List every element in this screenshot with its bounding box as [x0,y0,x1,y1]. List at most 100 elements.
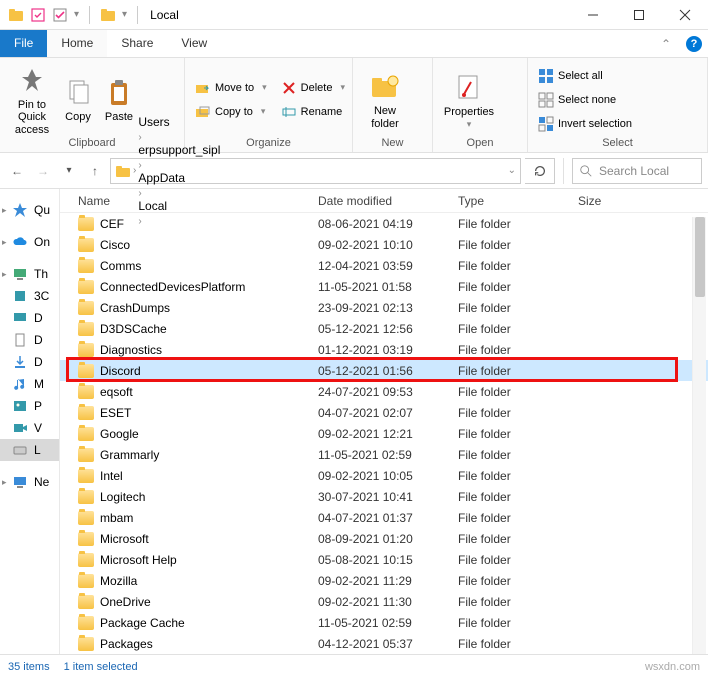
sidebar-item[interactable]: ▸On [0,231,59,253]
table-row[interactable]: Logitech30-07-2021 10:41File folder [60,486,708,507]
table-row[interactable]: Google09-02-2021 12:21File folder [60,423,708,444]
table-row[interactable]: Comms12-04-2021 03:59File folder [60,255,708,276]
chevron-right-icon[interactable]: › [138,132,141,143]
tab-home[interactable]: Home [47,30,107,57]
chevron-right-icon[interactable]: › [133,165,136,176]
minimize-button[interactable] [570,0,616,30]
breadcrumb-item[interactable]: Users [138,115,220,129]
table-row[interactable]: Diagnostics01-12-2021 03:19File folder [60,339,708,360]
file-type: File folder [458,616,578,630]
table-row[interactable]: OneDrive09-02-2021 11:30File folder [60,591,708,612]
file-list[interactable]: Name Date modified Type Size CEF08-06-20… [60,189,708,654]
table-row[interactable]: D3DSCache05-12-2021 12:56File folder [60,318,708,339]
table-row[interactable]: eqsoft24-07-2021 09:53File folder [60,381,708,402]
table-row[interactable]: Package Cache11-05-2021 02:59File folder [60,612,708,633]
dropdown-icon[interactable]: ⌄ [508,165,516,176]
file-type: File folder [458,511,578,525]
close-button[interactable] [662,0,708,30]
table-row[interactable]: Microsoft08-09-2021 01:20File folder [60,528,708,549]
sidebar-item[interactable]: D [0,307,59,329]
column-header-name[interactable]: Name [60,194,318,208]
column-header-type[interactable]: Type [458,194,578,208]
file-type: File folder [458,364,578,378]
tab-file[interactable]: File [0,30,47,57]
navigation-pane[interactable]: ▸Qu▸On▸Th3CDDDMPVL▸Ne [0,189,60,654]
copy-button[interactable]: Copy [58,75,98,123]
breadcrumb-item[interactable]: AppData [138,171,220,185]
file-date: 05-08-2021 10:15 [318,553,458,567]
tab-view[interactable]: View [167,30,221,57]
move-to-button[interactable]: Move to▾ [191,77,271,99]
table-row[interactable]: ESET 04-07-2021 02:07File folder [60,402,708,423]
column-header-date[interactable]: Date modified [318,194,458,208]
collapse-ribbon-button[interactable]: ⌃ [652,30,680,57]
paste-button[interactable]: Paste [98,75,140,123]
file-name: ESET [100,406,131,420]
maximize-button[interactable] [616,0,662,30]
file-date: 30-07-2021 10:41 [318,490,458,504]
item-count: 35 items [8,661,50,673]
up-button[interactable]: ↑ [84,160,106,182]
column-header-size[interactable]: Size [578,194,658,208]
table-row[interactable]: Microsoft Help05-08-2021 10:15File folde… [60,549,708,570]
back-button[interactable]: ← [6,160,28,182]
forward-button[interactable]: → [32,160,54,182]
recent-locations-button[interactable]: ▾ [58,160,80,182]
table-row[interactable]: Packages04-12-2021 05:37File folder [60,633,708,653]
table-row[interactable]: Intel09-02-2021 10:05File folder [60,465,708,486]
delete-icon [281,80,297,96]
sidebar-item[interactable]: V [0,417,59,439]
table-row[interactable]: ConnectedDevicesPlatform11-05-2021 01:58… [60,276,708,297]
chevron-right-icon[interactable]: › [138,160,141,171]
sidebar-item[interactable]: 3C [0,285,59,307]
tree-item-icon [12,398,28,414]
refresh-button[interactable] [525,158,555,184]
sidebar-item[interactable]: ▸Th [0,263,59,285]
folder-icon [78,259,94,273]
file-name: Intel [100,469,123,483]
tab-share[interactable]: Share [107,30,167,57]
select-none-button[interactable]: Select none [534,89,636,111]
tree-item-icon [12,310,28,326]
table-row[interactable]: CEF08-06-2021 04:19File folder [60,213,708,234]
sidebar-item[interactable]: ▸Qu [0,199,59,221]
file-date: 04-07-2021 02:07 [318,406,458,420]
rename-icon [281,104,297,120]
table-row[interactable]: Mozilla09-02-2021 11:29File folder [60,570,708,591]
file-type: File folder [458,406,578,420]
checkbox-icon[interactable] [52,7,68,23]
table-row[interactable]: Grammarly11-05-2021 02:59File folder [60,444,708,465]
sidebar-item[interactable]: ▸Ne [0,471,59,493]
folder-icon [78,490,94,504]
invert-selection-icon [538,116,554,132]
folder-icon [78,574,94,588]
scrollbar[interactable] [692,217,706,654]
delete-button[interactable]: Delete▾ [277,77,349,99]
invert-selection-button[interactable]: Invert selection [534,113,636,135]
select-all-button[interactable]: Select all [534,65,636,87]
sidebar-item[interactable]: D [0,329,59,351]
sidebar-item[interactable]: D [0,351,59,373]
dropdown-icon[interactable]: ▾ [74,9,79,20]
breadcrumb-item[interactable]: erpsupport_sipl [138,143,220,157]
table-row[interactable]: CrashDumps23-09-2021 02:13File folder [60,297,708,318]
folder-icon [8,7,24,23]
pin-to-quick-access-button[interactable]: Pin to Quick access [6,63,58,135]
table-row[interactable]: mbam04-07-2021 01:37File folder [60,507,708,528]
file-type: File folder [458,238,578,252]
sidebar-item[interactable]: P [0,395,59,417]
folder-icon [78,364,94,378]
sidebar-item[interactable]: M [0,373,59,395]
search-input[interactable]: Search Local [572,158,702,184]
table-row[interactable]: Cisco09-02-2021 10:10File folder [60,234,708,255]
rename-button[interactable]: Rename [277,101,349,123]
help-button[interactable]: ? [680,30,708,57]
address-bar[interactable]: › Users › erpsupport_sipl › AppData › Lo… [110,158,521,184]
save-icon[interactable] [30,7,46,23]
table-row[interactable]: Discord05-12-2021 01:56File folder [60,360,708,381]
properties-button[interactable]: Properties▾ [439,70,499,130]
new-folder-button[interactable]: New folder [359,69,411,129]
file-type: File folder [458,259,578,273]
sidebar-item[interactable]: L [0,439,59,461]
dropdown-icon[interactable]: ▾ [122,9,127,20]
